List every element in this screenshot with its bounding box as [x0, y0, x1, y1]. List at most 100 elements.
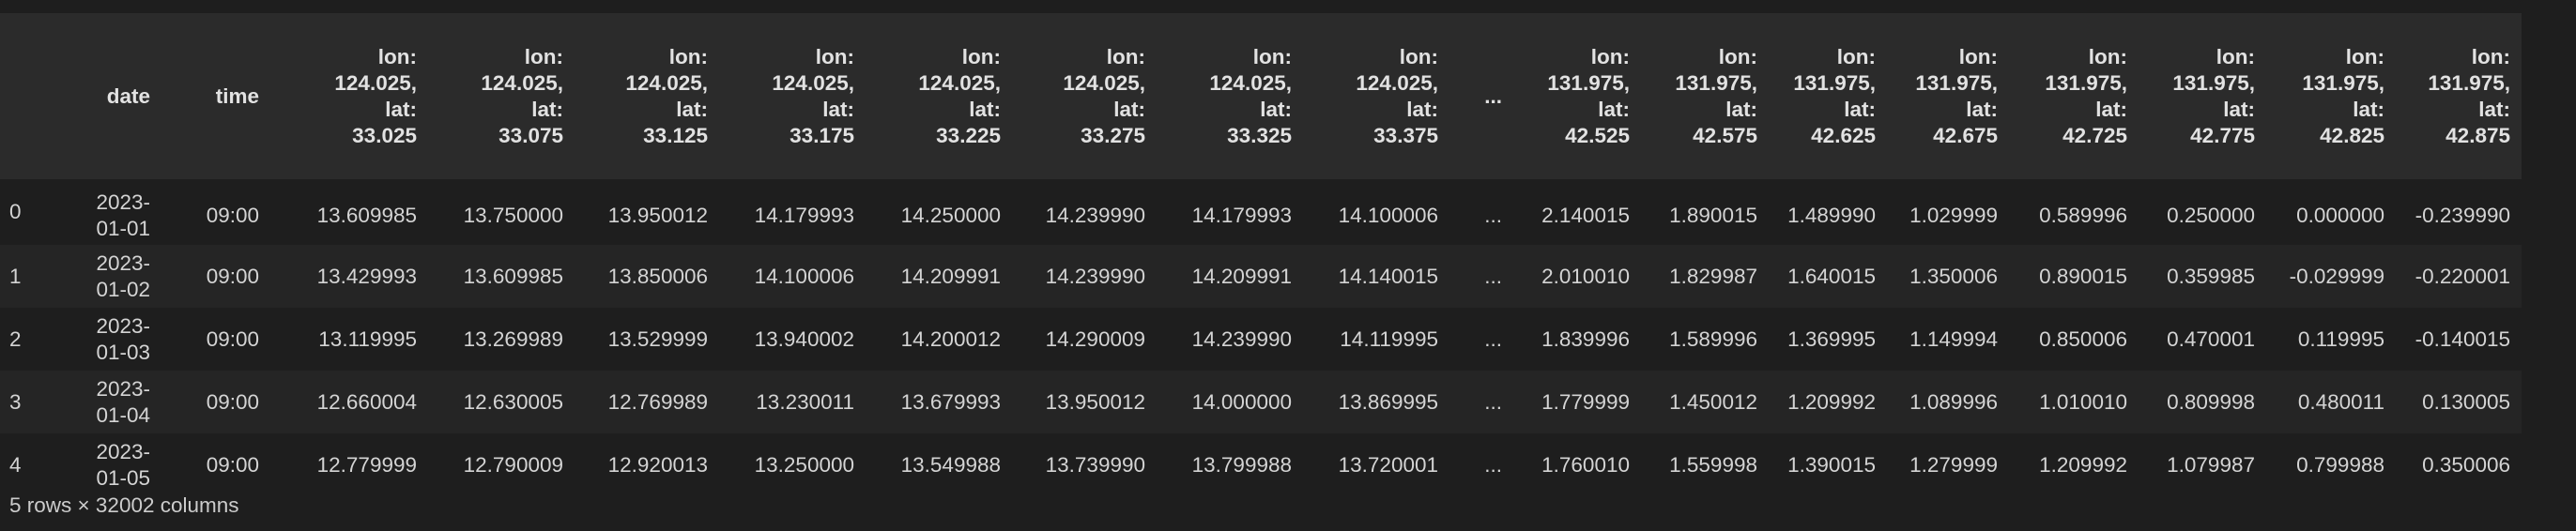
column-header-line: lat: — [2478, 97, 2510, 121]
value-cell: 0.350006 — [2396, 433, 2522, 496]
value-cell: 14.209991 — [1157, 245, 1303, 308]
column-header-line: lon: — [815, 44, 854, 68]
value-cell: 14.000000 — [1157, 371, 1303, 433]
column-header-line: lat: — [385, 97, 417, 121]
column-header-line: 33.125 — [643, 123, 708, 147]
value-cell: 14.239990 — [1157, 308, 1303, 371]
column-header-label: lon: 124.025, lat: 33.225 — [918, 44, 1001, 149]
value-cell: 13.869995 — [1303, 371, 1449, 433]
column-header: lon: 124.025, lat: 33.275 — [1012, 13, 1157, 179]
column-header: lon: 131.975, lat: 42.525 — [1513, 13, 1641, 179]
column-header-line: lat: — [1844, 97, 1876, 121]
date-cell-line: 2023- — [96, 376, 150, 401]
column-header-line: 124.025, — [772, 70, 854, 95]
column-header-time: time — [161, 13, 270, 179]
date-cell: 2023- 01-02 — [39, 245, 161, 308]
value-cell: 12.660004 — [270, 371, 428, 433]
value-cell: 14.179993 — [719, 179, 866, 245]
value-cell: 13.739990 — [1012, 433, 1157, 496]
value-cell: 14.100006 — [1303, 179, 1449, 245]
column-header-line: lon: — [377, 44, 417, 68]
value-cell: 1.450012 — [1641, 371, 1769, 433]
column-header-line: 42.675 — [1933, 123, 1998, 147]
column-header: lon: 131.975, lat: 42.575 — [1641, 13, 1769, 179]
column-header: lon: 124.025, lat: 33.325 — [1157, 13, 1303, 179]
column-header-line: lat: — [1113, 97, 1145, 121]
date-cell-line: 2023- — [96, 313, 150, 338]
value-cell: 0.250000 — [2139, 179, 2266, 245]
table-row: 1 2023- 01-02 09:00 13.429993 13.609985 13.850… — [0, 245, 2522, 308]
table-header: date time lon: 124.025, lat: 33.025 lon: 124.02… — [0, 13, 2522, 179]
ellipsis-cell: ... — [1449, 245, 1513, 308]
value-cell: 13.750000 — [428, 179, 575, 245]
column-header: lon: 124.025, lat: 33.225 — [866, 13, 1012, 179]
value-cell: 13.609985 — [270, 179, 428, 245]
value-cell: 13.799988 — [1157, 433, 1303, 496]
column-header: lon: 131.975, lat: 42.875 — [2396, 13, 2522, 179]
column-header-line: lat: — [822, 97, 854, 121]
column-header-line: 42.875 — [2446, 123, 2510, 147]
column-header-line: lat: — [1966, 97, 1998, 121]
column-header-line: 42.825 — [2320, 123, 2384, 147]
value-cell: 12.920013 — [575, 433, 719, 496]
column-header-line: lon: — [1718, 44, 1757, 68]
date-cell-line: 01-03 — [96, 340, 150, 364]
column-header-line: 124.025, — [1063, 70, 1145, 95]
value-cell: 0.589996 — [2009, 179, 2139, 245]
date-cell-line: 2023- — [96, 250, 150, 275]
column-header-line: lat: — [1598, 97, 1630, 121]
row-index: 4 — [0, 433, 39, 496]
time-cell: 09:00 — [161, 433, 270, 496]
column-header: lon: 131.975, lat: 42.625 — [1769, 13, 1887, 179]
column-header: lon: 124.025, lat: 33.025 — [270, 13, 428, 179]
table-body: 0 2023- 01-01 09:00 13.609985 13.750000 13.950… — [0, 179, 2522, 496]
column-header-line: 124.025, — [481, 70, 563, 95]
dataframe-shape-footer: 5 rows × 32002 columns — [9, 493, 239, 517]
value-cell: 14.100006 — [719, 245, 866, 308]
column-header-line: 33.075 — [498, 123, 563, 147]
value-cell: 13.679993 — [866, 371, 1012, 433]
table-row: 2 2023- 01-03 09:00 13.119995 13.269989 13.529… — [0, 308, 2522, 371]
value-cell: 1.489990 — [1769, 179, 1887, 245]
column-header-line: 33.025 — [352, 123, 417, 147]
column-header-line: 131.975, — [1793, 70, 1876, 95]
column-header-line: lat: — [969, 97, 1001, 121]
column-header-line: lat: — [1725, 97, 1757, 121]
value-cell: 0.470001 — [2139, 308, 2266, 371]
column-header-line: lon: — [1958, 44, 1998, 68]
ellipsis-cell: ... — [1449, 308, 1513, 371]
date-cell-line: 01-01 — [96, 217, 150, 240]
column-header-label: lon: 124.025, lat: 33.075 — [481, 44, 563, 149]
value-cell: -0.239990 — [2396, 179, 2522, 245]
value-cell: 13.609985 — [428, 245, 575, 308]
column-header-line: lon: — [2471, 44, 2510, 68]
value-cell: 12.769989 — [575, 371, 719, 433]
value-cell: 13.269989 — [428, 308, 575, 371]
value-cell: 13.850006 — [575, 245, 719, 308]
date-cell: 2023- 01-05 — [39, 433, 161, 496]
column-header-label: lon: 131.975, lat: 42.625 — [1793, 44, 1876, 149]
value-cell: 1.839996 — [1513, 308, 1641, 371]
column-header-label: lon: 124.025, lat: 33.275 — [1063, 44, 1145, 149]
column-header-date: date — [39, 13, 161, 179]
row-index: 3 — [0, 371, 39, 433]
date-cell: 2023- 01-01 — [39, 179, 161, 245]
value-cell: 0.359985 — [2139, 245, 2266, 308]
column-header-line: lat: — [676, 97, 708, 121]
column-header-label: lon: 131.975, lat: 42.525 — [1547, 44, 1630, 149]
value-cell: 1.589996 — [1641, 308, 1769, 371]
value-cell: 14.179993 — [1157, 179, 1303, 245]
column-header-line: lon: — [668, 44, 708, 68]
column-header-label: lon: 131.975, lat: 42.825 — [2302, 44, 2384, 149]
value-cell: -0.029999 — [2266, 245, 2396, 308]
column-header-line: 33.175 — [790, 123, 854, 147]
column-header-line: lat: — [2353, 97, 2384, 121]
value-cell: 13.950012 — [575, 179, 719, 245]
table-row: 3 2023- 01-04 09:00 12.660004 12.630005 12.769… — [0, 371, 2522, 433]
column-header-line: 42.575 — [1693, 123, 1757, 147]
row-index: 2 — [0, 308, 39, 371]
value-cell: 1.779999 — [1513, 371, 1641, 433]
value-cell: 2.010010 — [1513, 245, 1641, 308]
column-header-line: lon: — [1252, 44, 1292, 68]
column-header: lon: 131.975, lat: 42.825 — [2266, 13, 2396, 179]
